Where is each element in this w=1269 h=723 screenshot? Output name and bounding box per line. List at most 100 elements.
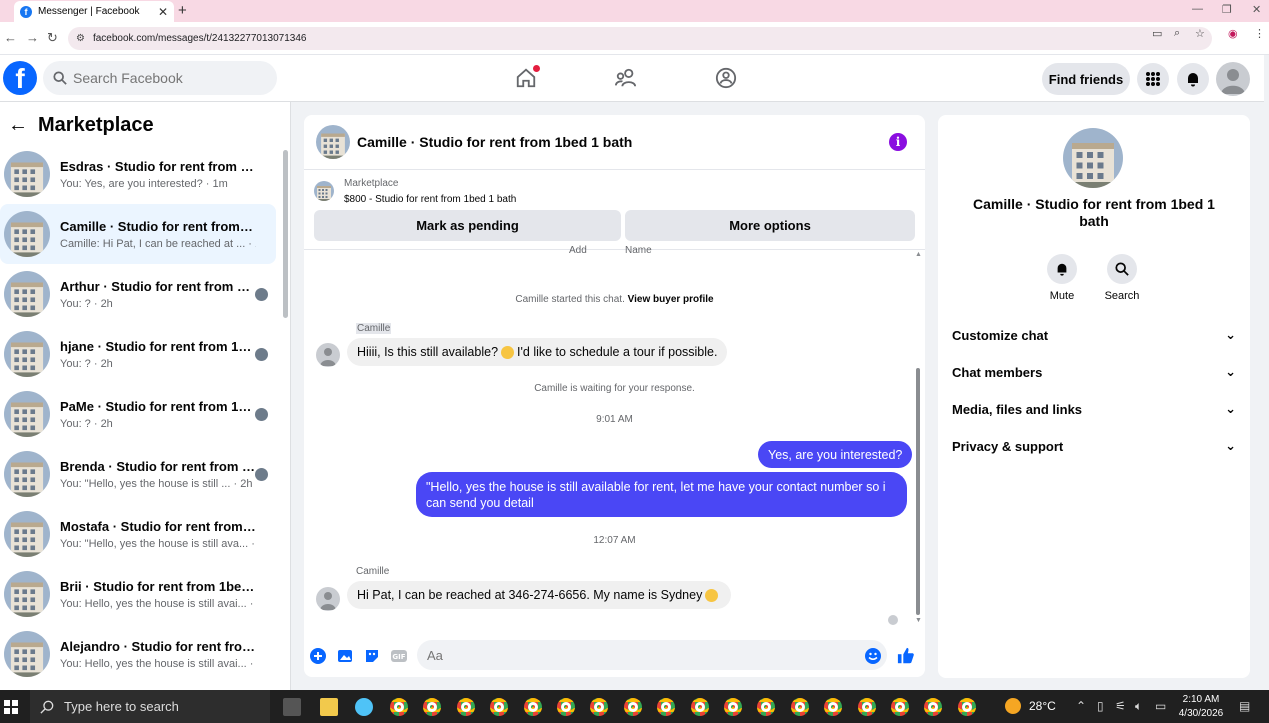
bookmark-star-icon[interactable]: ☆: [1195, 27, 1205, 40]
restore-icon[interactable]: ❐: [1222, 3, 1232, 16]
conversation-list-scrollbar[interactable]: [283, 150, 288, 318]
display-icon[interactable]: ▭: [1155, 699, 1166, 713]
chat-scrollbar[interactable]: [916, 368, 920, 615]
weather-widget[interactable]: 28°C: [1005, 698, 1056, 714]
notification-center-icon[interactable]: ▤: [1239, 699, 1250, 713]
chrome-app-icon[interactable]: [690, 698, 709, 716]
chrome-app-icon[interactable]: [790, 698, 809, 716]
chrome-app-icon[interactable]: [590, 698, 609, 716]
conversation-item[interactable]: Esdras · Studio for rent from 1bed 1 bat…: [0, 144, 276, 204]
listing-thumbnail[interactable]: [316, 125, 350, 159]
chrome-app-icon[interactable]: [456, 698, 475, 716]
chrome-app-icon[interactable]: [523, 698, 542, 716]
chrome-app-icon[interactable]: [924, 698, 943, 716]
emoji-icon[interactable]: [864, 647, 882, 665]
conversation-item[interactable]: Mostafa · Studio for rent from 1bed 1 ba…: [0, 504, 276, 564]
photo-icon[interactable]: [336, 647, 354, 665]
media-files-links-section[interactable]: Media, files and links ⌄: [952, 401, 1236, 417]
close-window-icon[interactable]: ✕: [1252, 3, 1261, 16]
chrome-app-icon[interactable]: [657, 698, 676, 716]
search-icon[interactable]: [1107, 254, 1137, 284]
device-icon[interactable]: ▯: [1097, 699, 1104, 713]
thumbs-up-icon[interactable]: [897, 647, 915, 665]
mute-action[interactable]: Mute: [1032, 254, 1092, 302]
menu-grid-icon[interactable]: [1137, 63, 1169, 95]
back-icon[interactable]: ←: [4, 30, 17, 45]
incoming-message[interactable]: Hiiii, Is this still available? I'd like…: [347, 338, 728, 366]
reload-icon[interactable]: ↻: [47, 30, 58, 46]
site-settings-icon[interactable]: ⚙: [76, 33, 85, 44]
friends-icon[interactable]: [613, 65, 639, 91]
chrome-app-icon[interactable]: [957, 698, 976, 716]
incoming-message[interactable]: Hi Pat, I can be reached at 346-274-6656…: [347, 581, 732, 609]
message-input[interactable]: [417, 640, 887, 670]
windows-start-icon[interactable]: [4, 700, 18, 714]
bell-icon[interactable]: [1047, 254, 1077, 284]
search-action[interactable]: Search: [1092, 254, 1152, 302]
zoom-icon[interactable]: ⌕: [1174, 27, 1180, 40]
outgoing-message[interactable]: "Hello, yes the house is still available…: [416, 472, 907, 517]
install-app-icon[interactable]: ▭: [1152, 27, 1162, 40]
mark-as-pending-button[interactable]: Mark as pending: [314, 210, 621, 241]
conversation-item[interactable]: Camille · Studio for rent from 1bed 1 ba…: [0, 204, 276, 264]
chrome-app-icon[interactable]: [490, 698, 509, 716]
find-friends-button[interactable]: Find friends: [1042, 63, 1130, 95]
scroll-down-icon[interactable]: ▼: [915, 617, 922, 624]
chrome-app-icon[interactable]: [390, 698, 408, 716]
conversation-item[interactable]: PaMe · Studio for rent from 1bed 1 bath Y…: [0, 384, 276, 444]
chrome-app-icon[interactable]: [724, 698, 742, 716]
privacy-support-section[interactable]: Privacy & support ⌄: [952, 438, 1236, 454]
page-scrollbar[interactable]: [1264, 55, 1269, 690]
back-arrow-icon[interactable]: ←: [8, 114, 28, 137]
chrome-app-icon[interactable]: [557, 698, 575, 716]
chrome-app-icon[interactable]: [623, 698, 642, 716]
gif-icon[interactable]: GIF: [390, 647, 408, 665]
more-options-button[interactable]: More options: [625, 210, 915, 241]
conversation-item[interactable]: Arthur · Studio for rent from 1bed 1 bat…: [0, 264, 276, 324]
url-field[interactable]: ⚙ facebook.com/messages/t/24132277013071…: [68, 27, 1212, 50]
system-clock[interactable]: 2:10 AM 4/30/2026: [1178, 693, 1224, 721]
conversation-item[interactable]: Brenda · Studio for rent from 1bed 1 bat…: [0, 444, 276, 504]
close-tab-icon[interactable]: ✕: [158, 5, 168, 19]
taskbar-search[interactable]: Type here to search: [30, 690, 270, 723]
browser-tab[interactable]: f Messenger | Facebook ✕: [14, 1, 174, 22]
scroll-up-icon[interactable]: ▲: [915, 251, 922, 258]
facebook-search[interactable]: [43, 61, 277, 95]
contact-avatar[interactable]: [316, 587, 340, 611]
facebook-logo-icon[interactable]: f: [3, 61, 37, 95]
conversation-item[interactable]: Brii · Studio for rent from 1bed 1 bath Y…: [0, 564, 276, 624]
profile-icon[interactable]: ◉: [1228, 27, 1238, 40]
chrome-app-icon[interactable]: [891, 698, 909, 716]
listing-price[interactable]: $800 - Studio for rent from 1bed 1 bath: [344, 194, 516, 205]
app-icon[interactable]: [355, 698, 373, 716]
account-avatar[interactable]: [1216, 62, 1250, 96]
minimize-icon[interactable]: —: [1192, 3, 1203, 15]
task-view-icon[interactable]: [283, 698, 301, 716]
notifications-bell-icon[interactable]: [1177, 63, 1209, 95]
listing-large-thumbnail[interactable]: [1063, 128, 1123, 188]
new-tab-icon[interactable]: +: [178, 2, 187, 19]
chrome-app-icon[interactable]: [824, 698, 843, 716]
volume-icon[interactable]: 🔈︎: [1135, 699, 1142, 714]
browser-menu-icon[interactable]: ⋮: [1254, 27, 1265, 40]
chat-members-section[interactable]: Chat members ⌄: [952, 364, 1236, 380]
groups-icon[interactable]: [713, 65, 739, 91]
customize-chat-section[interactable]: Customize chat ⌄: [952, 327, 1236, 343]
outgoing-message[interactable]: Yes, are you interested?: [758, 441, 913, 468]
contact-avatar[interactable]: [316, 343, 340, 367]
file-explorer-icon[interactable]: [320, 698, 338, 716]
chat-title[interactable]: Camille · Studio for rent from 1bed 1 ba…: [357, 134, 632, 150]
chrome-app-icon[interactable]: [423, 698, 442, 716]
network-off-icon[interactable]: ⚟: [1115, 699, 1126, 713]
sticker-icon[interactable]: [363, 647, 381, 665]
search-input[interactable]: [73, 70, 253, 86]
chrome-app-icon[interactable]: [857, 698, 876, 716]
info-icon[interactable]: i: [889, 133, 907, 151]
forward-icon[interactable]: →: [26, 30, 39, 45]
view-buyer-profile-link[interactable]: View buyer profile: [628, 294, 714, 305]
show-hidden-icons-icon[interactable]: ⌃: [1076, 699, 1086, 713]
conversation-item[interactable]: Alejandro · Studio for rent from 1bed 1 …: [0, 624, 276, 684]
conversation-item[interactable]: hjane · Studio for rent from 1bed 1 bath…: [0, 324, 276, 384]
chrome-app-icon[interactable]: [757, 698, 776, 716]
add-plus-icon[interactable]: [309, 647, 327, 665]
